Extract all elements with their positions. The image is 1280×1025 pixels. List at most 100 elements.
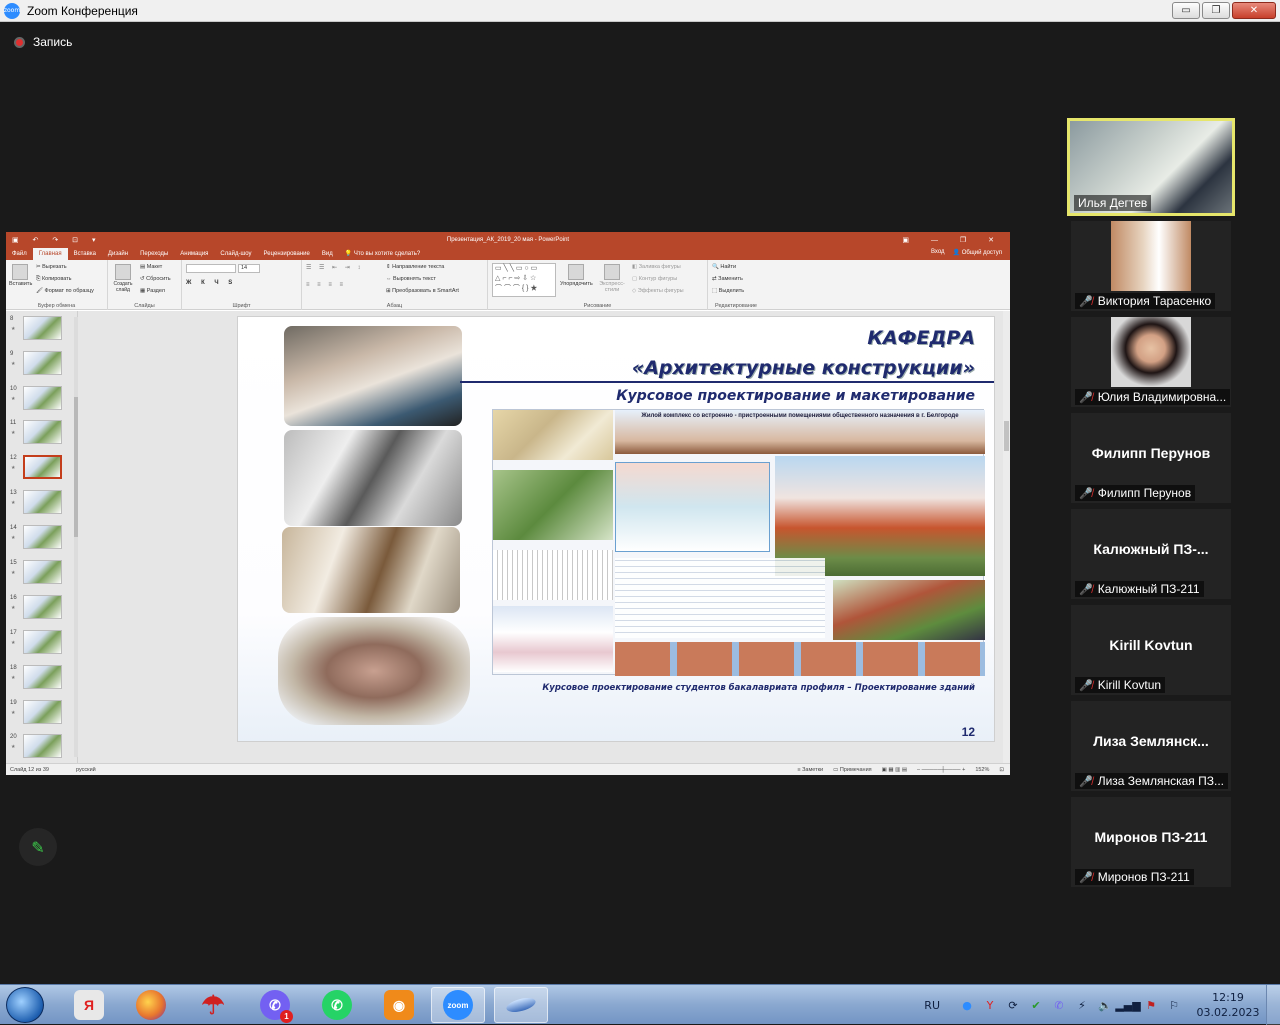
start-button[interactable] xyxy=(6,987,44,1023)
new-slide-button[interactable]: Создать слайд xyxy=(110,262,136,293)
thumbnail-slide[interactable]: 15 ★ xyxy=(8,559,76,589)
participant-tile[interactable]: Лиза Землянск... 🎤̸ Лиза Землянская ПЗ... xyxy=(1071,701,1231,791)
tab-animation[interactable]: Анимация xyxy=(174,248,214,260)
tab-transitions[interactable]: Переходы xyxy=(134,248,174,260)
section-button[interactable]: ▦ Раздел xyxy=(140,285,171,297)
yandex-tray-icon[interactable]: Y xyxy=(983,998,997,1012)
shape-effects-button[interactable]: ◇ Эффекты фигуры xyxy=(632,285,684,297)
minimize-button[interactable]: ▭ xyxy=(1172,2,1200,19)
thumbnail-slide[interactable]: 10 ★ xyxy=(8,385,76,415)
sync-tray-icon[interactable]: ⟳ xyxy=(1006,998,1020,1012)
font-size-input[interactable]: 14 xyxy=(238,264,260,273)
arrange-button[interactable]: Упорядочить xyxy=(560,262,593,287)
taskbar-app-ok[interactable]: ◉ xyxy=(372,987,426,1023)
zoom-level[interactable]: 152% xyxy=(975,767,989,773)
quick-access-icons[interactable]: ▣ ↶ ↷ ⊡ ▾ xyxy=(12,236,102,244)
thumbnail-slide[interactable]: 20 ★ xyxy=(8,733,76,763)
shape-fill-button[interactable]: ◧ Заливка фигуры xyxy=(632,261,684,273)
scrollbar-thumb[interactable] xyxy=(1004,421,1009,451)
participant-tile[interactable]: Филипп Перунов 🎤̸ Филипп Перунов xyxy=(1071,413,1231,503)
security-tray-icon[interactable]: ✔ xyxy=(1029,998,1043,1012)
participant-tile-active[interactable]: Илья Дегтев xyxy=(1067,118,1235,216)
format-painter-button[interactable]: 🖌 Формат по образцу xyxy=(36,285,94,297)
tab-design[interactable]: Дизайн xyxy=(102,248,134,260)
tab-slideshow[interactable]: Слайд-шоу xyxy=(214,248,257,260)
thumbnail-slide[interactable]: 8 ★ xyxy=(8,315,76,345)
thumbnail-slide[interactable]: 17 ★ xyxy=(8,629,76,659)
taskbar-app-disc[interactable] xyxy=(494,987,548,1023)
reset-button[interactable]: ↺ Сбросить xyxy=(140,273,171,285)
align-text-button[interactable]: ⇔ Выровнять текст xyxy=(386,273,459,285)
tab-home[interactable]: Главная xyxy=(32,248,68,260)
participant-tile[interactable]: 🎤̸ Юлия Владимировна... xyxy=(1071,317,1231,407)
cut-button[interactable]: ✂ Вырезать xyxy=(36,261,94,273)
smartart-button[interactable]: ⊞ Преобразовать в SmartArt xyxy=(386,285,459,297)
slide-canvas[interactable]: КАФЕДРА «Архитектурные конструкции» Курс… xyxy=(237,316,995,742)
close-button[interactable]: ✕ xyxy=(1232,2,1276,19)
list-buttons[interactable]: ☰ ☰ ⇤ ⇥ ↕ xyxy=(306,264,363,271)
thumbnail-slide[interactable]: 18 ★ xyxy=(8,664,76,694)
taskbar-app-whatsapp[interactable]: ✆ xyxy=(310,987,364,1023)
fit-slide-icon[interactable]: ⊡ xyxy=(999,767,1004,773)
participant-tile[interactable]: Kirill Kovtun 🎤̸ Kirill Kovtun xyxy=(1071,605,1231,695)
view-buttons[interactable]: ▣ ▦ ▥ ▤ xyxy=(882,767,907,773)
shape-outline-button[interactable]: ▢ Контур фигуры xyxy=(632,273,684,285)
quick-styles-button[interactable]: Экспресс-стили xyxy=(596,262,628,293)
clock[interactable]: 12:19 03.02.2023 xyxy=(1190,990,1266,1020)
font-format-buttons[interactable]: Ж К Ч S xyxy=(186,280,236,286)
tell-me-box[interactable]: 💡 Что вы хотите сделать? xyxy=(339,248,426,260)
group-editing-label: Редактирование xyxy=(715,303,757,309)
share-button[interactable]: 👤 Общий доступ xyxy=(953,249,1002,256)
participant-tile[interactable]: Калюжный ПЗ-... 🎤̸ Калюжный ПЗ-211 xyxy=(1071,509,1231,599)
taskbar-app-viber[interactable]: ✆ 1 xyxy=(248,987,302,1023)
font-family-input[interactable] xyxy=(186,264,236,273)
recording-indicator[interactable]: Запись xyxy=(14,35,72,49)
paste-button[interactable]: Вставить xyxy=(9,262,32,287)
flag-icon[interactable]: ⚐ xyxy=(1167,998,1181,1012)
signal-icon[interactable]: ▂▄▆ xyxy=(1115,998,1140,1012)
notes-button[interactable]: ≡ Заметки xyxy=(797,767,823,773)
powerpoint-window-controls[interactable]: ▣ — ❐ ✕ xyxy=(902,236,1004,244)
taskbar-app-umbrella[interactable]: ☂ xyxy=(186,987,240,1023)
tab-review[interactable]: Рецензирование xyxy=(258,248,316,260)
copy-button[interactable]: ⎘ Копировать xyxy=(36,273,94,285)
thumbnail-slide[interactable]: 9 ★ xyxy=(8,350,76,380)
participant-tile[interactable]: Миронов ПЗ-211 🎤̸ Миронов ПЗ-211 xyxy=(1071,797,1231,887)
volume-icon[interactable]: 🔈 xyxy=(1098,998,1112,1012)
thumbnail-slide-selected[interactable]: 12 ★ xyxy=(8,454,76,484)
restore-button[interactable]: ❐ xyxy=(1202,2,1230,19)
language-indicator[interactable]: RU xyxy=(924,999,940,1012)
tab-view[interactable]: Вид xyxy=(316,248,339,260)
layout-button[interactable]: ▤ Макет xyxy=(140,261,171,273)
thumbnail-slide[interactable]: 16 ★ xyxy=(8,594,76,624)
thumbnails-scrollbar[interactable] xyxy=(74,317,78,757)
tab-file[interactable]: Файл xyxy=(6,248,33,260)
zoom-tray-icon[interactable]: ● xyxy=(960,998,974,1012)
viber-tray-icon[interactable]: ✆ xyxy=(1052,998,1066,1012)
language-indicator[interactable]: русский xyxy=(76,767,96,773)
network-tray-icon[interactable]: ⚡ xyxy=(1075,998,1089,1012)
shapes-gallery[interactable]: ▭ ╲ ╲ ▭ ○ ▭ △ ⌐ ⌐ ⇨ ⇩ ☆ ⌒ ⌒ ⌒ { } ★ xyxy=(492,263,556,297)
thumbnail-slide[interactable]: 11 ★ xyxy=(8,419,76,449)
tab-insert[interactable]: Вставка xyxy=(68,248,102,260)
power-icon[interactable]: ⚑ xyxy=(1144,998,1158,1012)
show-desktop-button[interactable] xyxy=(1266,985,1280,1025)
taskbar-app-yandex[interactable]: Я xyxy=(62,987,116,1023)
signin-link[interactable]: Вход xyxy=(931,249,945,256)
taskbar-app-zoom[interactable]: zoom xyxy=(431,987,485,1023)
editor-scrollbar[interactable] xyxy=(1003,311,1010,763)
find-button[interactable]: 🔍 Найти xyxy=(712,261,744,273)
annotate-pen-button[interactable]: ✎ xyxy=(19,828,57,866)
thumbnail-slide[interactable]: 19 ★ xyxy=(8,699,76,729)
scrollbar-thumb[interactable] xyxy=(74,397,78,537)
text-direction-button[interactable]: ⇕ Направление текста xyxy=(386,261,459,273)
align-buttons[interactable]: ≡ ≡ ≡ ≡ xyxy=(306,282,346,288)
taskbar-app-firefox[interactable] xyxy=(124,987,178,1023)
thumbnail-slide[interactable]: 13 ★ xyxy=(8,489,76,519)
comments-button[interactable]: ▭ Примечания xyxy=(833,767,872,773)
select-button[interactable]: ⬚ Выделить xyxy=(712,285,744,297)
participant-tile[interactable]: 🎤̸ Виктория Тарасенко xyxy=(1071,221,1231,311)
zoom-slider[interactable]: – ─────┼──── + xyxy=(917,767,965,773)
replace-button[interactable]: ⇄ Заменить xyxy=(712,273,744,285)
thumbnail-slide[interactable]: 14 ★ xyxy=(8,524,76,554)
